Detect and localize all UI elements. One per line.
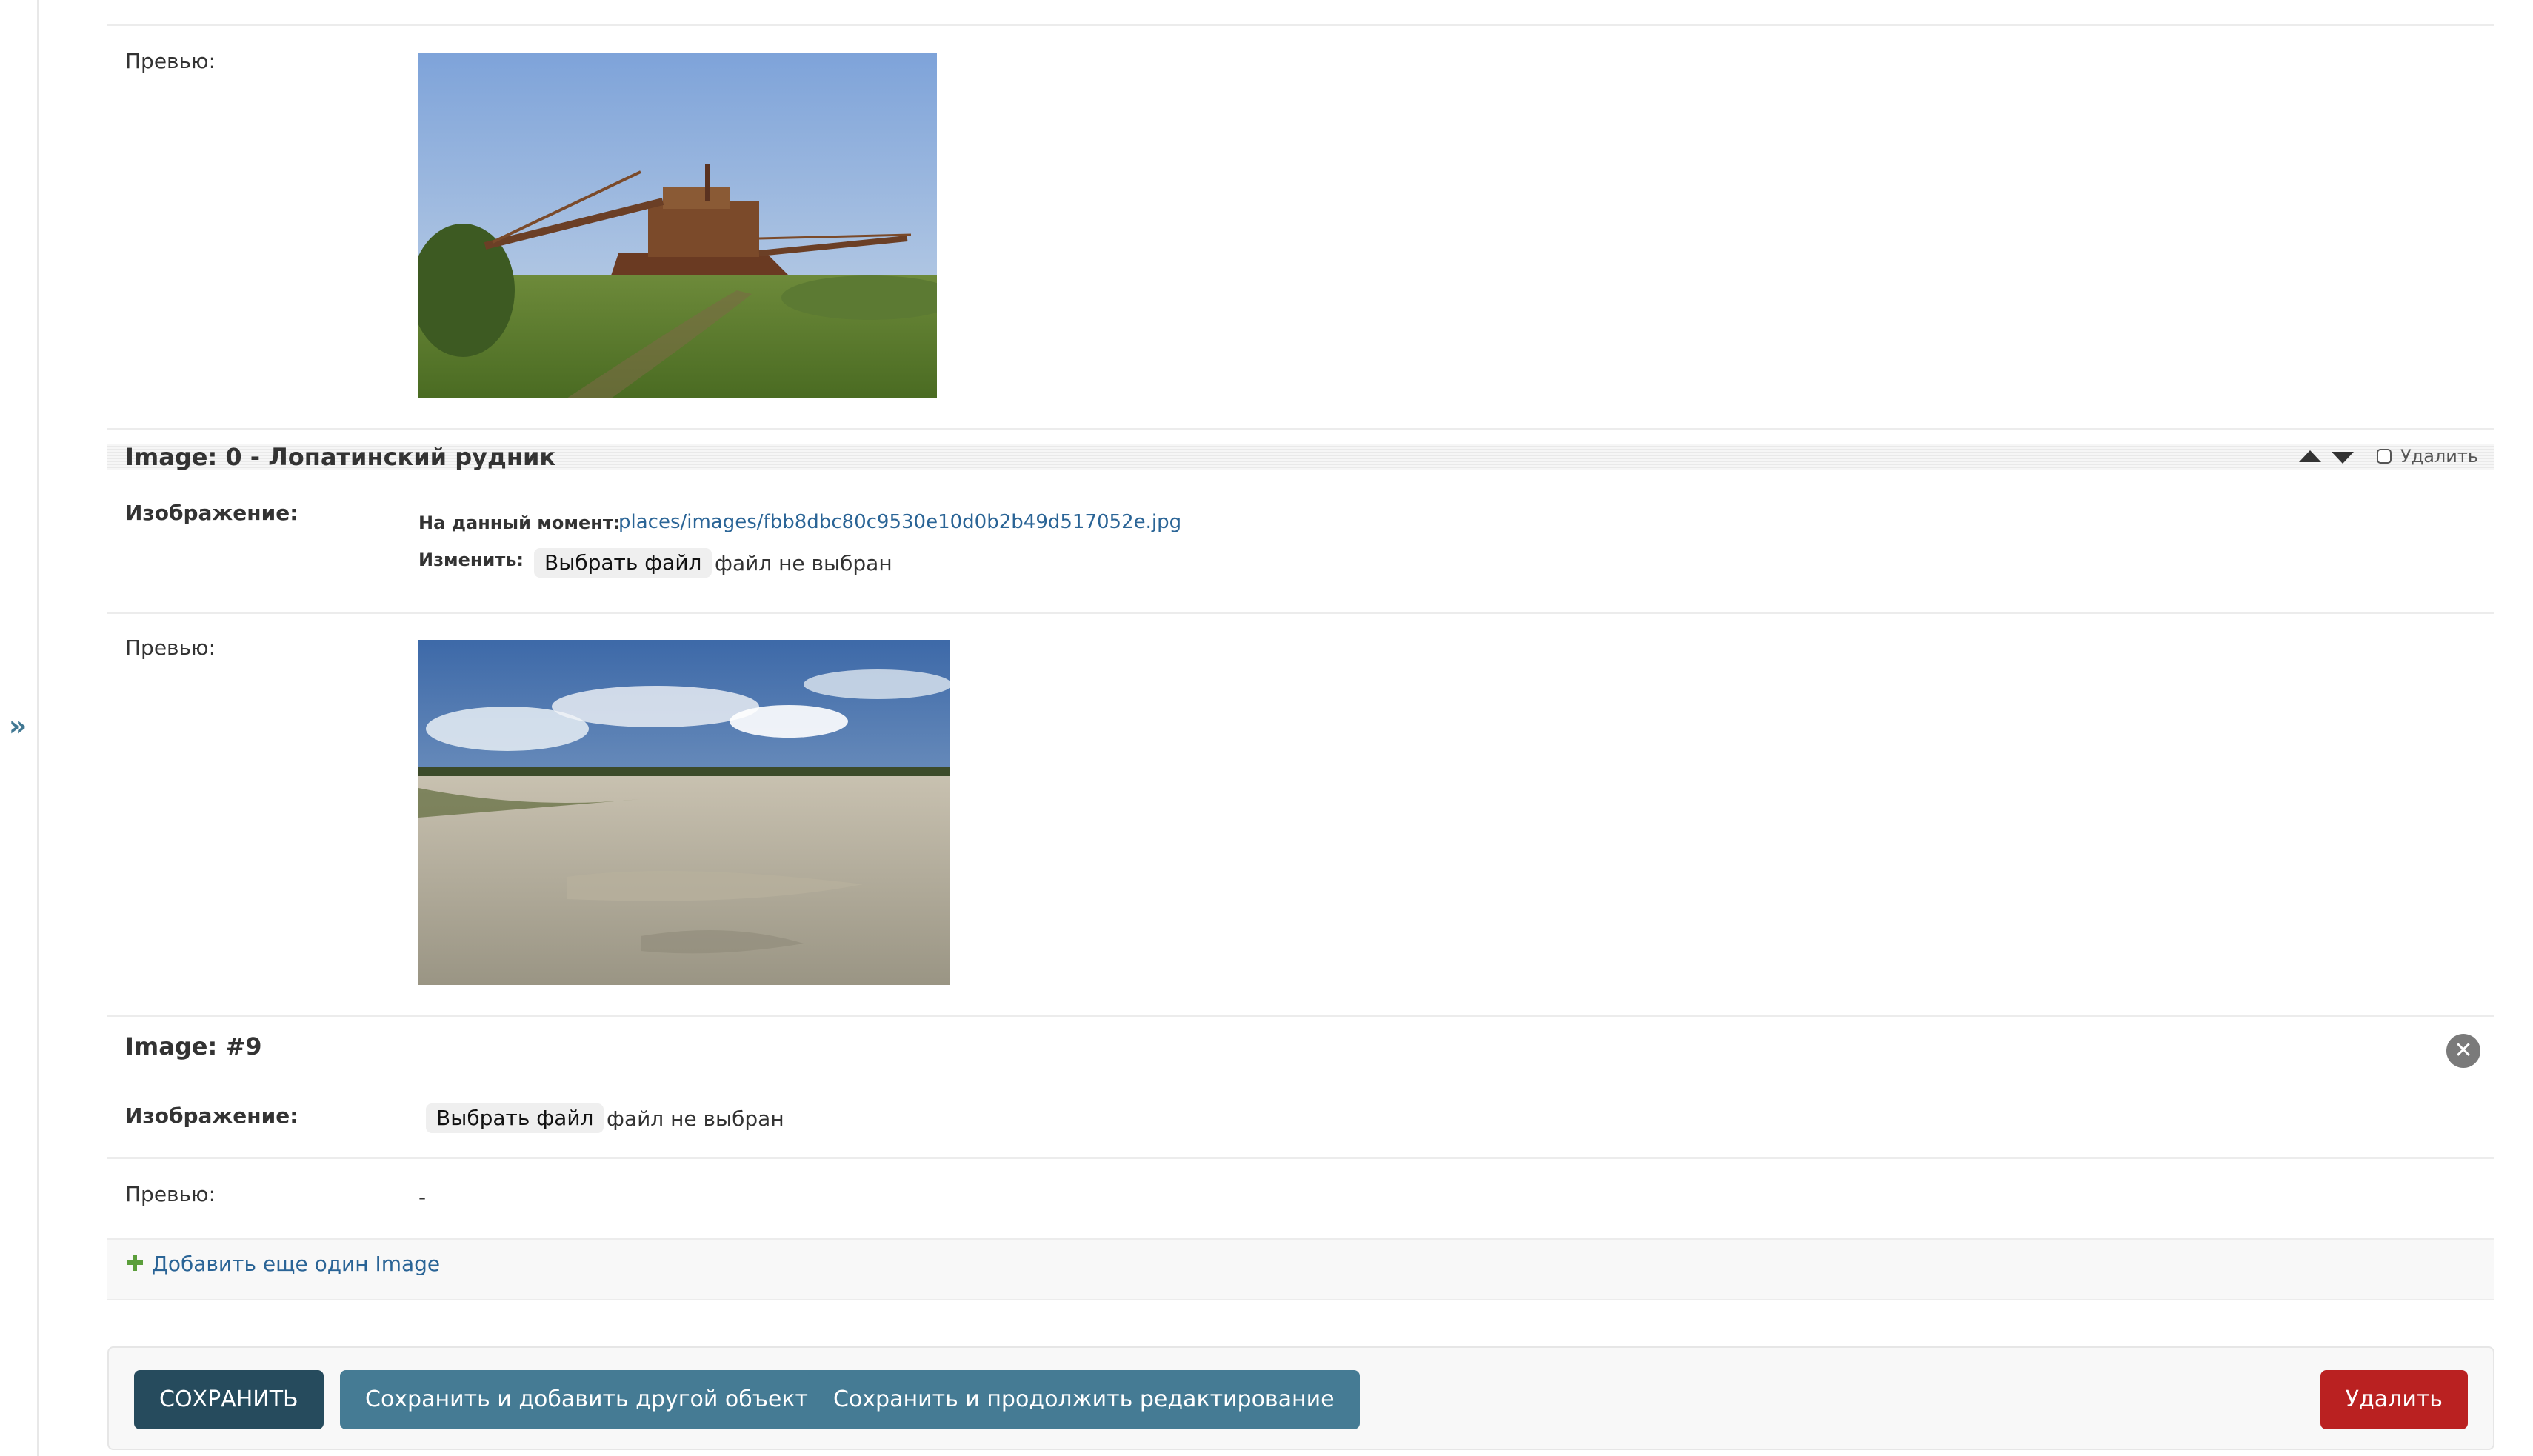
- add-row: Добавить еще один Image: [107, 1238, 2494, 1300]
- save-and-add-another-button[interactable]: Сохранить и добавить другой объект: [340, 1370, 833, 1429]
- divider: [107, 1015, 2494, 1017]
- image-field-label: Изображение:: [125, 1103, 298, 1128]
- divider: [107, 428, 2494, 430]
- divider: [107, 24, 2494, 26]
- inline-header: Image: 0 - Лопатинский рудник Удалить: [107, 443, 2494, 471]
- move-down-icon[interactable]: [2332, 452, 2354, 464]
- divider: [107, 612, 2494, 614]
- change-file-label: Изменить:: [418, 550, 524, 570]
- delete-checkbox[interactable]: [2377, 449, 2392, 464]
- add-another-image-link[interactable]: Добавить еще один Image: [152, 1252, 440, 1276]
- current-file-label: На данный момент:: [418, 512, 621, 533]
- preview-image-excavator: [418, 53, 937, 398]
- change-form: Превью: Image: 0 - Лопатинский рудник Уд…: [107, 0, 2494, 1456]
- image-field-label: Изображение:: [125, 501, 298, 525]
- remove-circle-icon[interactable]: ✕: [2446, 1034, 2480, 1068]
- preview-image-sand-quarry: [418, 640, 950, 985]
- current-file-link[interactable]: places/images/fbb8dbc80c9530e10d0b2b49d5…: [618, 511, 1181, 533]
- preview-label: Превью:: [125, 49, 216, 73]
- choose-file-button[interactable]: Выбрать файл: [426, 1103, 604, 1133]
- move-up-icon[interactable]: [2299, 450, 2321, 462]
- choose-file-button[interactable]: Выбрать файл: [534, 548, 712, 578]
- preview-label: Превью:: [125, 1182, 216, 1206]
- submit-row: СОХРАНИТЬ Сохранить и добавить другой об…: [107, 1346, 2494, 1450]
- plus-icon[interactable]: [127, 1255, 143, 1271]
- inline-title: Image: 0 - Лопатинский рудник: [125, 443, 556, 471]
- no-file-chosen-text: файл не выбран: [607, 1106, 784, 1131]
- delete-checkbox-label: Удалить: [2400, 446, 2478, 467]
- double-chevron-right-icon[interactable]: »: [4, 711, 31, 741]
- save-and-continue-button[interactable]: Сохранить и продолжить редактирование: [808, 1370, 1360, 1429]
- inline-new-title: Image: #9: [125, 1032, 262, 1061]
- delete-button[interactable]: Удалить: [2320, 1370, 2468, 1429]
- save-button[interactable]: СОХРАНИТЬ: [134, 1370, 324, 1429]
- divider: [107, 1157, 2494, 1159]
- preview-label: Превью:: [125, 635, 216, 660]
- no-file-chosen-text: файл не выбран: [715, 551, 892, 575]
- sidebar-gutter: »: [0, 0, 39, 1456]
- empty-preview-value: -: [418, 1185, 427, 1209]
